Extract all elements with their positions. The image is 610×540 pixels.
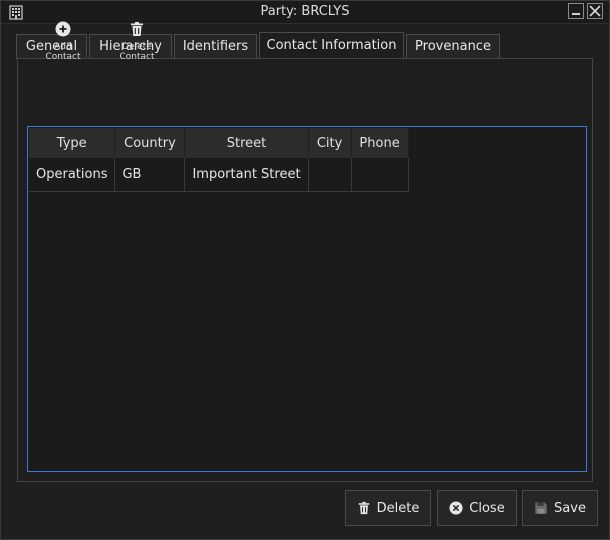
tab-provenance[interactable]: Provenance <box>406 34 500 59</box>
minimize-button[interactable] <box>568 3 584 19</box>
contacts-grid: Type Country Street City Phone Operation… <box>29 128 409 192</box>
tab-identifiers[interactable]: Identifiers <box>174 34 257 59</box>
trash-icon <box>358 501 369 515</box>
delete-button[interactable]: Delete <box>345 490 431 526</box>
add-contact-label: Add Contact <box>45 42 81 62</box>
contacts-table[interactable]: Type Country Street City Phone Operation… <box>27 126 587 472</box>
minimize-icon <box>572 13 580 15</box>
save-button-label: Save <box>554 500 586 516</box>
delete-contact-button[interactable]: Delete Contact <box>105 21 169 62</box>
dialog-window: Party: BRCLYS General Hierarchy Identifi… <box>0 0 610 540</box>
cell-street[interactable]: Important Street <box>184 158 309 192</box>
delete-contact-label: Delete Contact <box>119 42 155 62</box>
cell-country[interactable]: GB <box>114 158 186 192</box>
close-button[interactable]: Close <box>437 490 517 526</box>
cell-type[interactable]: Operations <box>29 158 116 192</box>
cell-phone[interactable] <box>351 158 409 192</box>
trash-icon <box>131 22 143 36</box>
add-contact-button[interactable]: Add Contact <box>36 21 90 62</box>
column-header-phone[interactable]: Phone <box>351 128 409 158</box>
column-header-city[interactable]: City <box>308 128 352 158</box>
title-bar[interactable]: Party: BRCLYS <box>1 1 609 24</box>
column-header-country[interactable]: Country <box>114 128 186 158</box>
close-button-label: Close <box>469 500 505 516</box>
column-header-street[interactable]: Street <box>184 128 309 158</box>
save-icon <box>535 502 547 514</box>
close-icon <box>589 5 601 17</box>
plus-circle-icon <box>55 21 71 37</box>
cell-city[interactable] <box>308 158 352 192</box>
delete-button-label: Delete <box>376 500 420 516</box>
table-header-row: Type Country Street City Phone <box>29 128 409 158</box>
tab-contact-information[interactable]: Contact Information <box>259 32 404 59</box>
save-button[interactable]: Save <box>522 490 598 526</box>
close-window-button[interactable] <box>587 3 603 19</box>
table-row[interactable]: Operations GB Important Street <box>29 158 409 192</box>
window-title: Party: BRCLYS <box>260 4 350 19</box>
close-circle-icon <box>449 501 463 515</box>
column-header-type[interactable]: Type <box>29 128 116 158</box>
